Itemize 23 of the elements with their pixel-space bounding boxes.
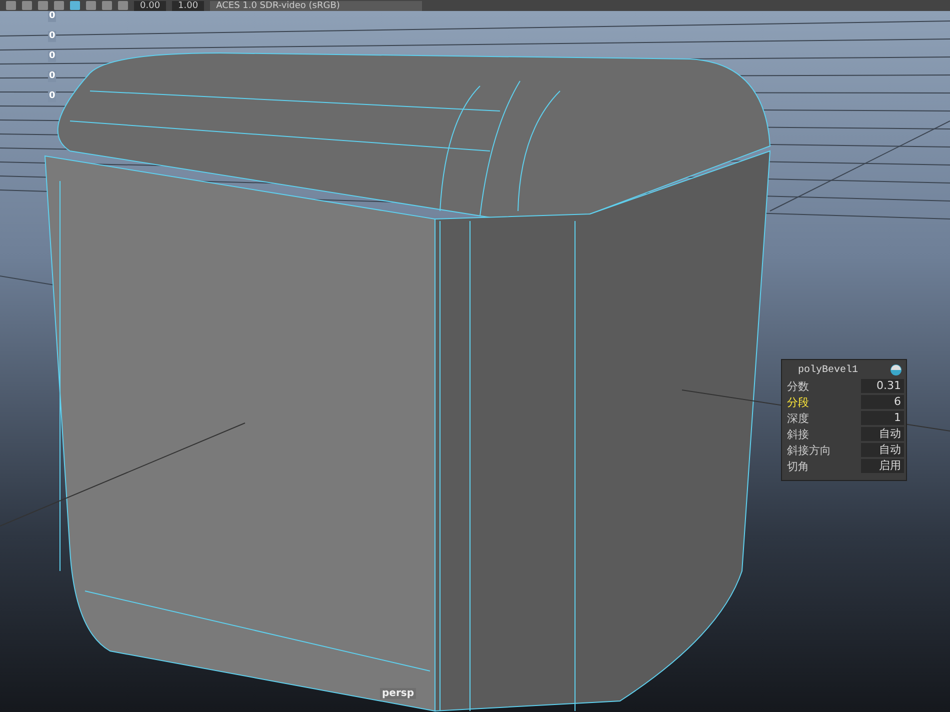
attribute-label[interactable]: 斜接方向	[784, 442, 831, 458]
hud-value: 0	[48, 31, 56, 42]
attribute-value-field[interactable]: 1	[861, 411, 904, 425]
attribute-value-field[interactable]: 自动	[861, 427, 904, 441]
attribute-label[interactable]: 分段	[784, 394, 809, 410]
hud-value: 0	[48, 71, 56, 82]
attribute-label[interactable]: 切角	[784, 458, 809, 474]
attribute-label[interactable]: 分数	[784, 378, 809, 394]
attribute-value-field[interactable]: 0.31	[861, 379, 904, 393]
exposure-field[interactable]: 0.00	[134, 0, 166, 10]
hud-value: 0	[48, 11, 56, 22]
attribute-value-field[interactable]: 启用	[861, 459, 904, 473]
sphere-icon[interactable]	[890, 364, 902, 376]
panel-title: polyBevel1	[798, 364, 858, 376]
camera-label: persp	[380, 688, 416, 699]
hud-value: 0	[48, 91, 56, 102]
attribute-label[interactable]: 深度	[784, 410, 809, 426]
attribute-label[interactable]: 斜接	[784, 426, 809, 442]
gamma-field[interactable]: 1.00	[172, 0, 204, 10]
attribute-value-field[interactable]: 自动	[861, 443, 904, 457]
attribute-value-field[interactable]: 6	[861, 395, 904, 409]
hud-value: 0	[48, 51, 56, 62]
color-space-dropdown[interactable]: ACES 1.0 SDR-video (sRGB)	[210, 0, 422, 10]
